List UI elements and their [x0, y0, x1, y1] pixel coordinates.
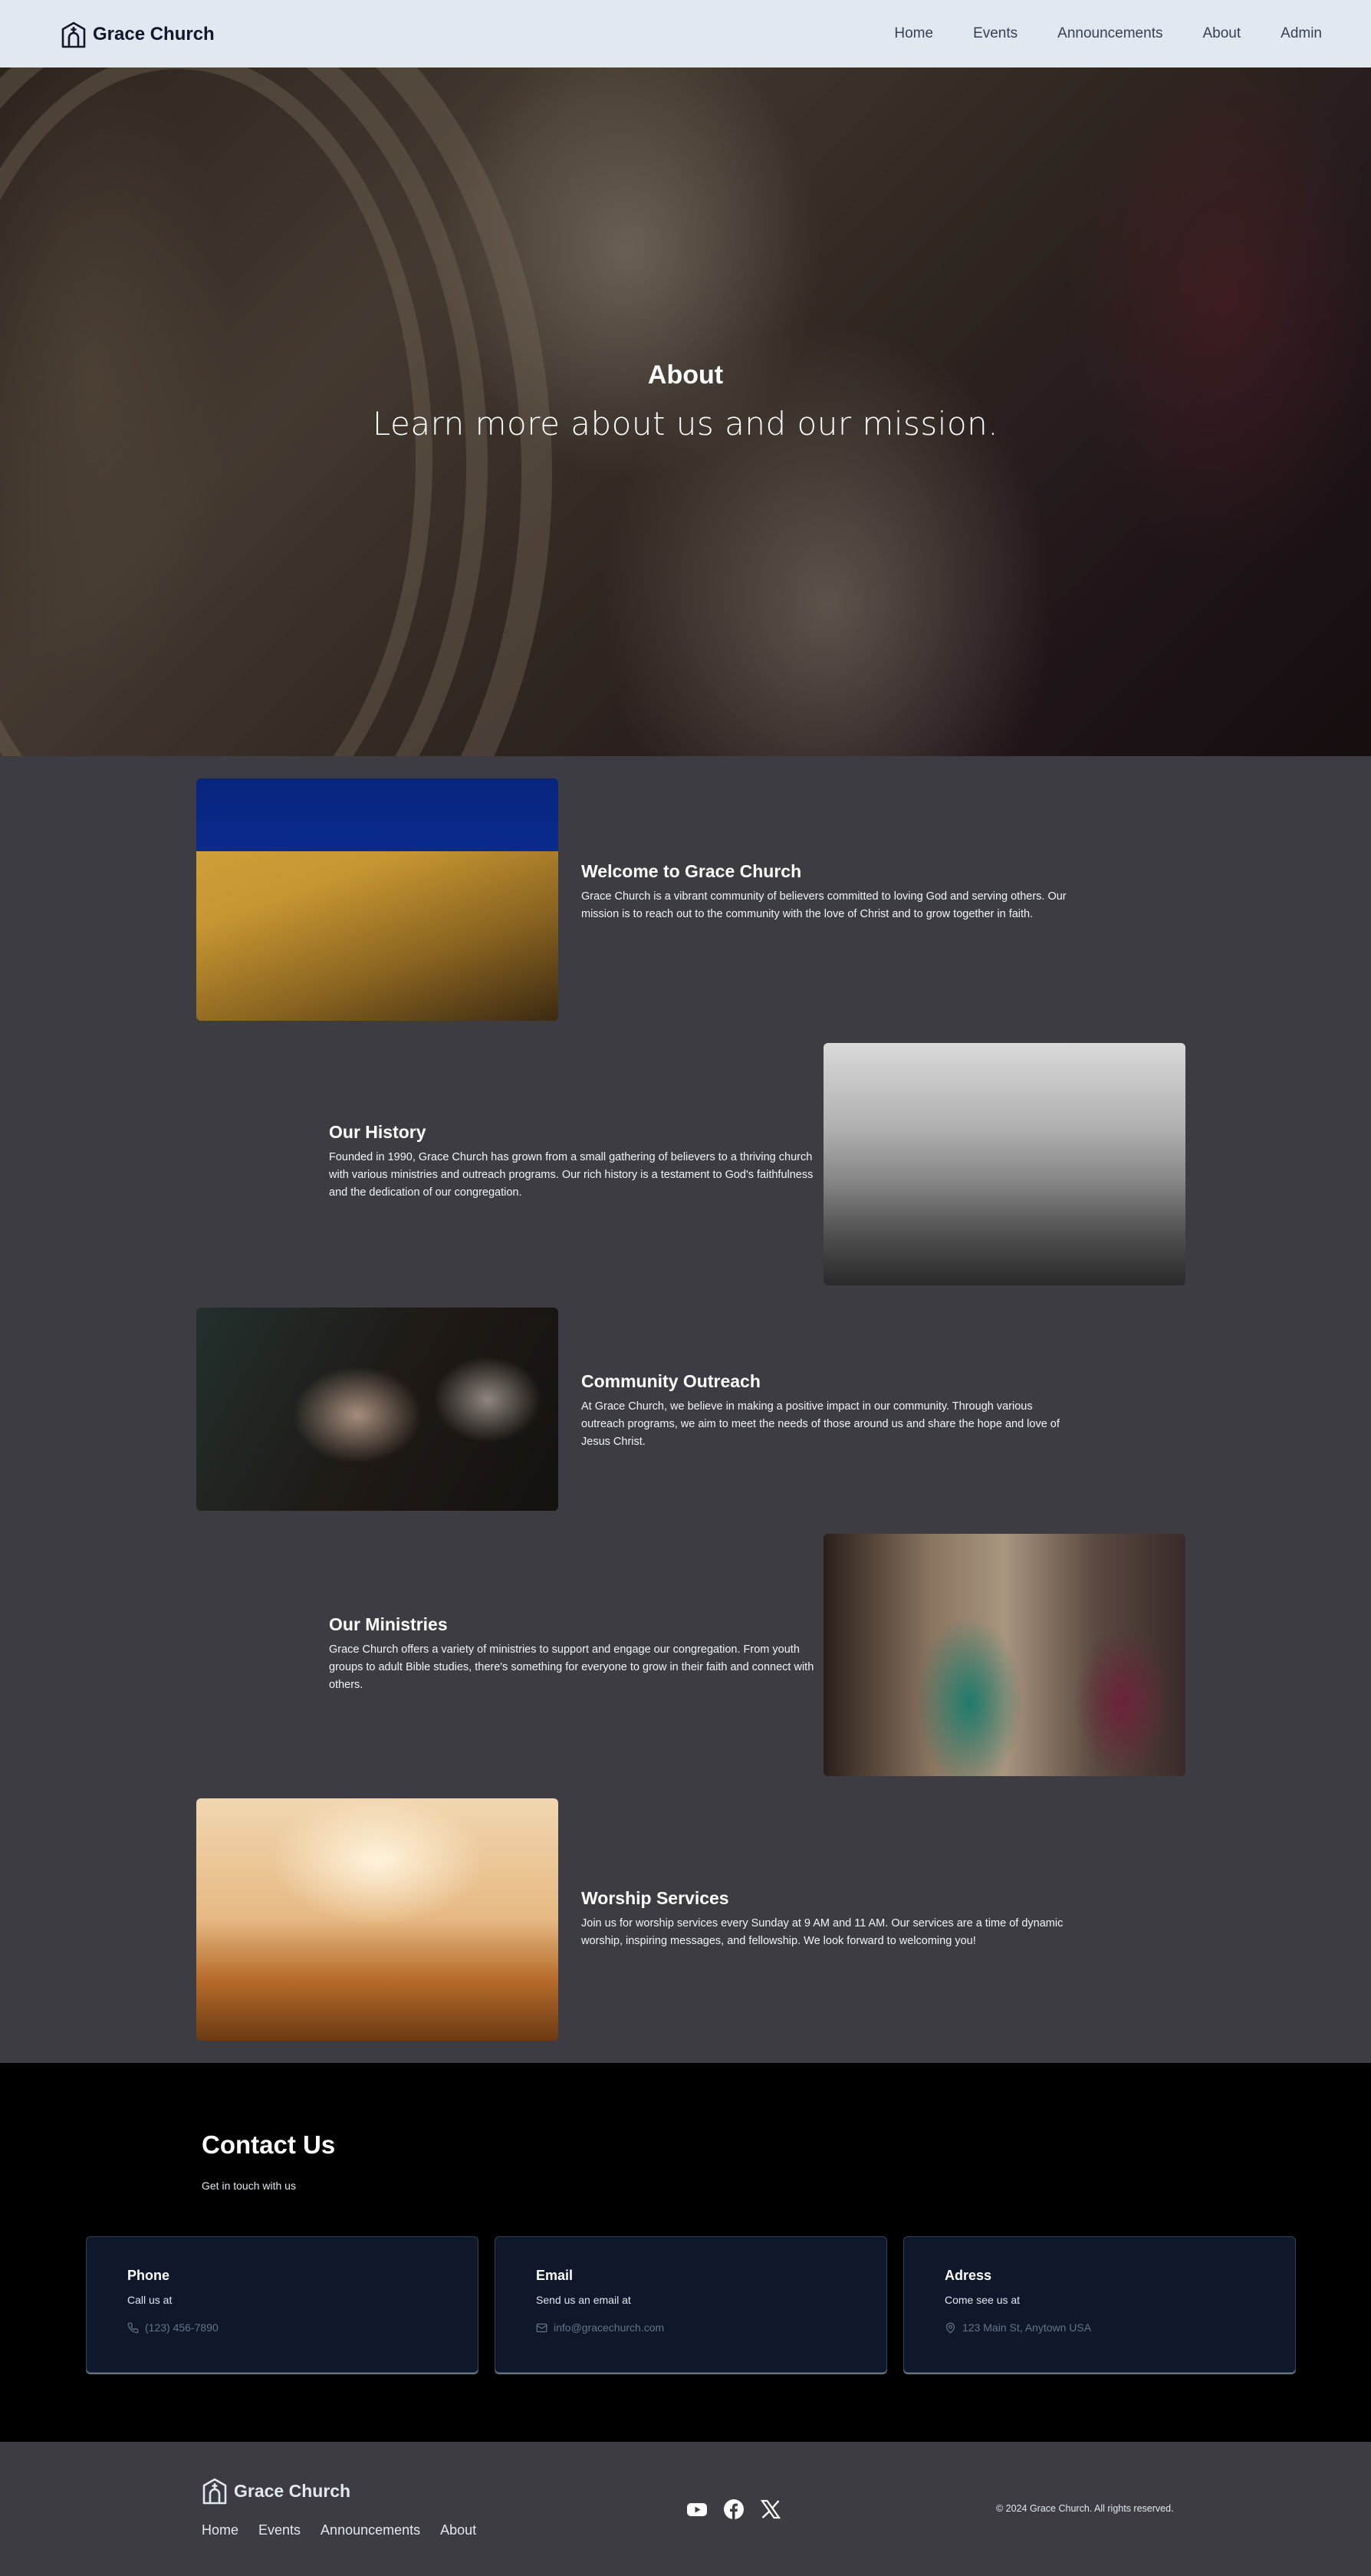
email-address: info@gracechurch.com — [554, 2321, 665, 2334]
section-text: Welcome to Grace Church Grace Church is … — [581, 861, 1072, 923]
card-desc: Call us at — [127, 2294, 173, 2306]
about-section-worship: Worship Services Join us for worship ser… — [196, 1798, 1185, 2041]
section-body: Founded in 1990, Grace Church has grown … — [329, 1151, 814, 1199]
contact-card-address: Adress Come see us at 123 Main St, Anyto… — [903, 2236, 1296, 2373]
nav-about-link[interactable]: About — [1202, 23, 1241, 44]
hero-subtitle: Learn more about us and our mission. — [372, 405, 999, 442]
x-icon[interactable] — [760, 2499, 781, 2520]
social-links — [686, 2499, 781, 2520]
contact-card-phone: Phone Call us at (123) 456-7890 — [86, 2236, 478, 2373]
section-title: Welcome to Grace Church — [581, 861, 802, 881]
main-nav: Home Events Announcements About Admin — [854, 23, 1322, 44]
card-title: Phone — [127, 2268, 170, 2283]
card-desc: Send us an email at — [536, 2294, 631, 2306]
card-desc: Come see us at — [945, 2294, 1021, 2306]
church-icon — [202, 2478, 227, 2505]
about-section-history: Our History Founded in 1990, Grace Churc… — [196, 1043, 1185, 1285]
card-value-link[interactable]: info@gracechurch.com — [536, 2321, 664, 2334]
about-section-ministries: Our Ministries Grace Church offers a var… — [196, 1534, 1185, 1776]
navbar: Grace Church Home Events Announcements A… — [0, 0, 1371, 67]
section-title: Community Outreach — [581, 1371, 761, 1391]
facebook-icon[interactable] — [723, 2499, 745, 2520]
section-image-church-yellow — [196, 778, 558, 1021]
section-body: Grace Church offers a variety of ministr… — [329, 1643, 814, 1691]
contact-card-email: Email Send us an email at info@gracechur… — [495, 2236, 887, 2373]
section-title: Our History — [329, 1122, 426, 1142]
map-pin-icon — [945, 2322, 955, 2334]
street-address: 123 Main St, Anytown USA — [962, 2321, 1092, 2334]
footer-nav-announcements-link[interactable]: Announcements — [321, 2522, 420, 2538]
nav-home-link[interactable]: Home — [894, 23, 933, 44]
section-title: Worship Services — [581, 1888, 729, 1908]
mail-icon — [536, 2323, 547, 2332]
phone-number: (123) 456-7890 — [145, 2321, 219, 2334]
contact-section: Contact Us Get in touch with us Phone Ca… — [0, 2063, 1371, 2442]
card-value-link[interactable]: 123 Main St, Anytown USA — [945, 2321, 1091, 2334]
section-text: Our History Founded in 1990, Grace Churc… — [329, 1122, 820, 1202]
card-value-link[interactable]: (123) 456-7890 — [127, 2321, 219, 2334]
section-text: Our Ministries Grace Church offers a var… — [329, 1614, 820, 1694]
footer-brand-link[interactable]: Grace Church — [202, 2477, 350, 2505]
footer-nav-home-link[interactable]: Home — [202, 2522, 238, 2538]
hero-title: About — [647, 360, 724, 390]
section-image-pulpit — [196, 1798, 558, 2041]
section-image-church-bw — [824, 1043, 1185, 1285]
section-body: Grace Church is a vibrant community of b… — [581, 890, 1067, 920]
brand-name: Grace Church — [93, 24, 215, 44]
youtube-icon[interactable] — [686, 2499, 708, 2520]
section-title: Our Ministries — [329, 1614, 448, 1634]
hero-banner: About Learn more about us and our missio… — [0, 67, 1371, 756]
section-text: Worship Services Join us for worship ser… — [581, 1888, 1072, 1950]
footer-brand-name: Grace Church — [234, 2480, 351, 2501]
about-section-welcome: Welcome to Grace Church Grace Church is … — [196, 778, 1185, 1021]
nav-announcements-link[interactable]: Announcements — [1057, 23, 1162, 44]
section-body: Join us for worship services every Sunda… — [581, 1917, 1064, 1947]
church-icon — [61, 21, 86, 48]
footer-nav-events-link[interactable]: Events — [258, 2522, 301, 2538]
footer-nav: Home Events Announcements About — [202, 2522, 476, 2538]
footer-nav-about-link[interactable]: About — [440, 2522, 476, 2538]
phone-icon — [127, 2322, 139, 2333]
section-image-worship — [196, 1308, 558, 1511]
brand-logo-link[interactable]: Grace Church — [61, 19, 215, 50]
card-title: Email — [536, 2268, 574, 2283]
contact-subtitle: Get in touch with us — [202, 2180, 296, 2192]
section-image-ministry — [824, 1534, 1185, 1776]
footer: Grace Church Home Events Announcements A… — [0, 2442, 1371, 2576]
about-section-outreach: Community Outreach At Grace Church, we b… — [196, 1308, 1185, 1550]
contact-title: Contact Us — [202, 2130, 336, 2159]
section-text: Community Outreach At Grace Church, we b… — [581, 1371, 1072, 1451]
nav-admin-link[interactable]: Admin — [1281, 23, 1322, 44]
section-body: At Grace Church, we believe in making a … — [581, 1400, 1060, 1448]
card-title: Adress — [945, 2268, 992, 2283]
copyright-text: © 2024 Grace Church. All rights reserved… — [996, 2503, 1174, 2514]
nav-events-link[interactable]: Events — [973, 23, 1018, 44]
